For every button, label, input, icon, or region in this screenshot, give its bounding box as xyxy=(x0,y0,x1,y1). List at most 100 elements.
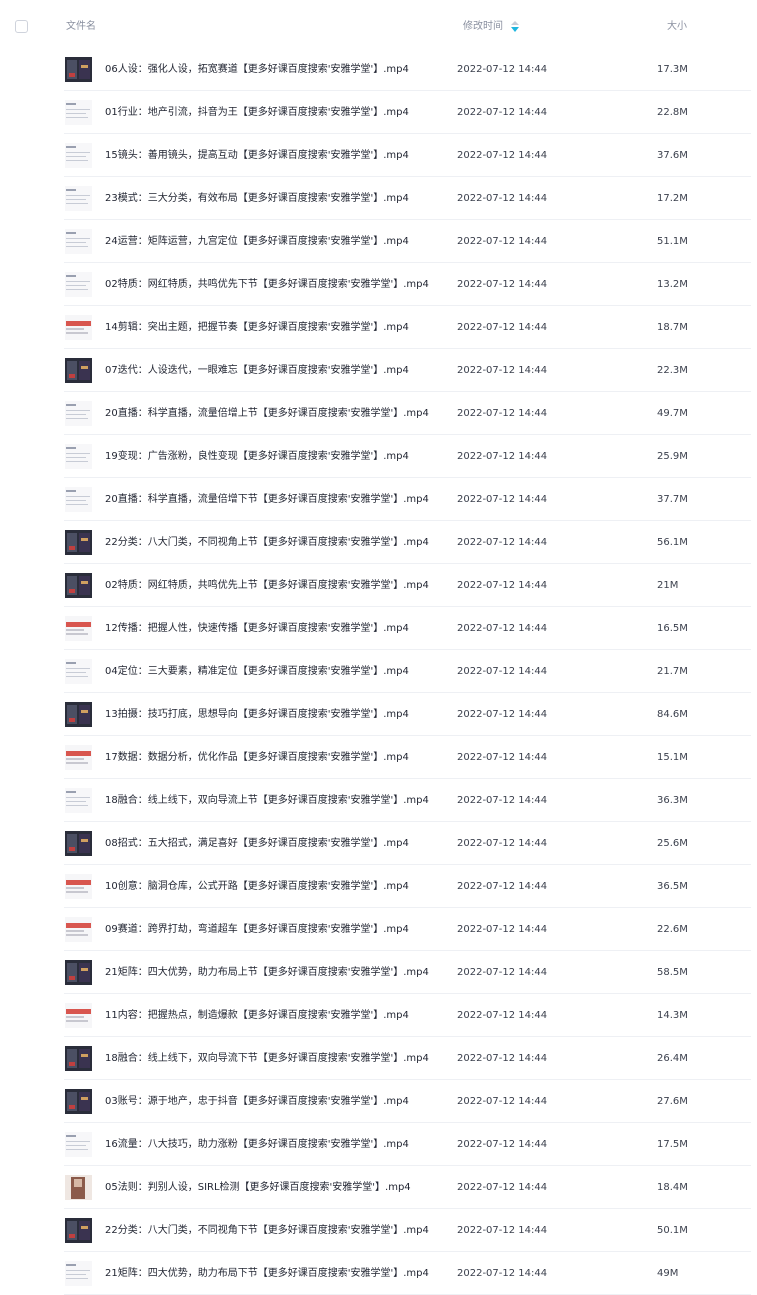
file-name[interactable]: 20直播：科学直播，流量倍增上节【更多好课百度搜索'安雅学堂'】.mp4 xyxy=(105,407,429,421)
file-row[interactable]: 22分类：八大门类，不同视角上节【更多好课百度搜索'安雅学堂'】.mp4 2022… xyxy=(0,521,757,564)
file-size: 22.3M xyxy=(657,365,688,376)
file-size: 27.6M xyxy=(657,1096,688,1107)
file-name[interactable]: 05法则：判别人设，SIRL检测【更多好课百度搜索'安雅学堂'】.mp4 xyxy=(105,1181,411,1195)
file-row[interactable]: 20直播：科学直播，流量倍增上节【更多好课百度搜索'安雅学堂'】.mp4 2022… xyxy=(0,392,757,435)
file-row[interactable]: 19变现：广告涨粉，良性变现【更多好课百度搜索'安雅学堂'】.mp4 2022-0… xyxy=(0,435,757,478)
file-name[interactable]: 15镜头：善用镜头，提高互动【更多好课百度搜索'安雅学堂'】.mp4 xyxy=(105,149,409,163)
file-modified-time: 2022-07-12 14:44 xyxy=(457,408,548,419)
file-size: 26.4M xyxy=(657,1053,688,1064)
column-header-modified-time[interactable]: 修改时间 xyxy=(463,20,519,34)
video-thumbnail-icon xyxy=(65,1218,92,1243)
file-modified-time: 2022-07-12 14:44 xyxy=(457,1053,548,1064)
file-row[interactable]: 14剪辑：突出主题，把握节奏【更多好课百度搜索'安雅学堂'】.mp4 2022-0… xyxy=(0,306,757,349)
file-name[interactable]: 20直播：科学直播，流量倍增下节【更多好课百度搜索'安雅学堂'】.mp4 xyxy=(105,493,429,507)
file-modified-time: 2022-07-12 14:44 xyxy=(457,924,548,935)
video-thumbnail-icon xyxy=(65,315,92,340)
file-size: 36.5M xyxy=(657,881,688,892)
file-row[interactable]: 15镜头：善用镜头，提高互动【更多好课百度搜索'安雅学堂'】.mp4 2022-0… xyxy=(0,134,757,177)
file-name[interactable]: 01行业：地产引流，抖音为王【更多好课百度搜索'安雅学堂'】.mp4 xyxy=(105,106,409,120)
file-name[interactable]: 10创意：脑洞仓库，公式开路【更多好课百度搜索'安雅学堂'】.mp4 xyxy=(105,880,409,894)
video-thumbnail-icon xyxy=(65,1261,92,1286)
sort-descending-icon[interactable] xyxy=(511,21,519,33)
file-row[interactable]: 18融合：线上线下，双向导流上节【更多好课百度搜索'安雅学堂'】.mp4 2022… xyxy=(0,779,757,822)
video-thumbnail-icon xyxy=(65,917,92,942)
file-modified-time: 2022-07-12 14:44 xyxy=(457,881,548,892)
file-name[interactable]: 03账号：源于地产，忠于抖音【更多好课百度搜索'安雅学堂'】.mp4 xyxy=(105,1095,409,1109)
file-name[interactable]: 07迭代：人设迭代，一眼难忘【更多好课百度搜索'安雅学堂'】.mp4 xyxy=(105,364,409,378)
column-header-size[interactable]: 大小 xyxy=(667,20,687,34)
video-thumbnail-icon xyxy=(65,702,92,727)
file-size: 25.9M xyxy=(657,451,688,462)
file-size: 16.5M xyxy=(657,623,688,634)
file-size: 37.6M xyxy=(657,150,688,161)
file-row[interactable]: 21矩阵：四大优势，助力布局上节【更多好课百度搜索'安雅学堂'】.mp4 2022… xyxy=(0,951,757,994)
file-row[interactable]: 17数据：数据分析，优化作品【更多好课百度搜索'安雅学堂'】.mp4 2022-0… xyxy=(0,736,757,779)
file-name[interactable]: 14剪辑：突出主题，把握节奏【更多好课百度搜索'安雅学堂'】.mp4 xyxy=(105,321,409,335)
file-size: 18.4M xyxy=(657,1182,688,1193)
file-name[interactable]: 23模式：三大分类，有效布局【更多好课百度搜索'安雅学堂'】.mp4 xyxy=(105,192,409,206)
file-row[interactable]: 16流量：八大技巧，助力涨粉【更多好课百度搜索'安雅学堂'】.mp4 2022-0… xyxy=(0,1123,757,1166)
file-row[interactable]: 08招式：五大招式，满足喜好【更多好课百度搜索'安雅学堂'】.mp4 2022-0… xyxy=(0,822,757,865)
file-modified-time: 2022-07-12 14:44 xyxy=(457,1096,548,1107)
file-row[interactable]: 20直播：科学直播，流量倍增下节【更多好课百度搜索'安雅学堂'】.mp4 2022… xyxy=(0,478,757,521)
file-name[interactable]: 18融合：线上线下，双向导流下节【更多好课百度搜索'安雅学堂'】.mp4 xyxy=(105,1052,429,1066)
file-name[interactable]: 12传播：把握人性，快速传播【更多好课百度搜索'安雅学堂'】.mp4 xyxy=(105,622,409,636)
file-name[interactable]: 13拍摄：技巧打底，思想导向【更多好课百度搜索'安雅学堂'】.mp4 xyxy=(105,708,409,722)
file-name[interactable]: 02特质：网红特质，共鸣优先上节【更多好课百度搜索'安雅学堂'】.mp4 xyxy=(105,579,429,593)
file-name[interactable]: 19变现：广告涨粉，良性变现【更多好课百度搜索'安雅学堂'】.mp4 xyxy=(105,450,409,464)
file-size: 36.3M xyxy=(657,795,688,806)
file-modified-time: 2022-07-12 14:44 xyxy=(457,150,548,161)
file-name[interactable]: 11内容：把握热点，制造爆款【更多好课百度搜索'安雅学堂'】.mp4 xyxy=(105,1009,409,1023)
video-thumbnail-icon xyxy=(65,788,92,813)
file-row[interactable]: 07迭代：人设迭代，一眼难忘【更多好课百度搜索'安雅学堂'】.mp4 2022-0… xyxy=(0,349,757,392)
file-name[interactable]: 08招式：五大招式，满足喜好【更多好课百度搜索'安雅学堂'】.mp4 xyxy=(105,837,409,851)
file-row[interactable]: 12传播：把握人性，快速传播【更多好课百度搜索'安雅学堂'】.mp4 2022-0… xyxy=(0,607,757,650)
file-modified-time: 2022-07-12 14:44 xyxy=(457,451,548,462)
file-row[interactable]: 13拍摄：技巧打底，思想导向【更多好课百度搜索'安雅学堂'】.mp4 2022-0… xyxy=(0,693,757,736)
file-row[interactable]: 24运营：矩阵运营，九宫定位【更多好课百度搜索'安雅学堂'】.mp4 2022-0… xyxy=(0,220,757,263)
file-name[interactable]: 21矩阵：四大优势，助力布局下节【更多好课百度搜索'安雅学堂'】.mp4 xyxy=(105,1267,429,1281)
file-name[interactable]: 04定位：三大要素，精准定位【更多好课百度搜索'安雅学堂'】.mp4 xyxy=(105,665,409,679)
column-header-filename[interactable]: 文件名 xyxy=(66,20,96,34)
file-row[interactable]: 02特质：网红特质，共鸣优先下节【更多好课百度搜索'安雅学堂'】.mp4 2022… xyxy=(0,263,757,306)
file-row[interactable]: 03账号：源于地产，忠于抖音【更多好课百度搜索'安雅学堂'】.mp4 2022-0… xyxy=(0,1080,757,1123)
file-modified-time: 2022-07-12 14:44 xyxy=(457,1268,548,1279)
file-name[interactable]: 09赛道：跨界打劫，弯道超车【更多好课百度搜索'安雅学堂'】.mp4 xyxy=(105,923,409,937)
file-row[interactable]: 06人设：强化人设，拓宽赛道【更多好课百度搜索'安雅学堂'】.mp4 2022-0… xyxy=(0,48,757,91)
file-modified-time: 2022-07-12 14:44 xyxy=(457,580,548,591)
file-row[interactable]: 10创意：脑洞仓库，公式开路【更多好课百度搜索'安雅学堂'】.mp4 2022-0… xyxy=(0,865,757,908)
file-name[interactable]: 22分类：八大门类，不同视角下节【更多好课百度搜索'安雅学堂'】.mp4 xyxy=(105,1224,429,1238)
file-name[interactable]: 21矩阵：四大优势，助力布局上节【更多好课百度搜索'安雅学堂'】.mp4 xyxy=(105,966,429,980)
file-modified-time: 2022-07-12 14:44 xyxy=(457,322,548,333)
file-row[interactable]: 18融合：线上线下，双向导流下节【更多好课百度搜索'安雅学堂'】.mp4 2022… xyxy=(0,1037,757,1080)
file-modified-time: 2022-07-12 14:44 xyxy=(457,64,548,75)
select-all-checkbox[interactable] xyxy=(15,20,28,33)
file-row[interactable]: 09赛道：跨界打劫，弯道超车【更多好课百度搜索'安雅学堂'】.mp4 2022-0… xyxy=(0,908,757,951)
video-thumbnail-icon xyxy=(65,229,92,254)
file-name[interactable]: 02特质：网红特质，共鸣优先下节【更多好课百度搜索'安雅学堂'】.mp4 xyxy=(105,278,429,292)
file-row[interactable]: 23模式：三大分类，有效布局【更多好课百度搜索'安雅学堂'】.mp4 2022-0… xyxy=(0,177,757,220)
file-row[interactable]: 02特质：网红特质，共鸣优先上节【更多好课百度搜索'安雅学堂'】.mp4 2022… xyxy=(0,564,757,607)
file-row[interactable]: 01行业：地产引流，抖音为王【更多好课百度搜索'安雅学堂'】.mp4 2022-0… xyxy=(0,91,757,134)
file-size: 37.7M xyxy=(657,494,688,505)
file-row[interactable]: 21矩阵：四大优势，助力布局下节【更多好课百度搜索'安雅学堂'】.mp4 2022… xyxy=(0,1252,757,1295)
file-modified-time: 2022-07-12 14:44 xyxy=(457,1010,548,1021)
file-row[interactable]: 11内容：把握热点，制造爆款【更多好课百度搜索'安雅学堂'】.mp4 2022-0… xyxy=(0,994,757,1037)
video-thumbnail-icon xyxy=(65,1132,92,1157)
file-name[interactable]: 16流量：八大技巧，助力涨粉【更多好课百度搜索'安雅学堂'】.mp4 xyxy=(105,1138,409,1152)
file-name[interactable]: 22分类：八大门类，不同视角上节【更多好课百度搜索'安雅学堂'】.mp4 xyxy=(105,536,429,550)
file-size: 15.1M xyxy=(657,752,688,763)
file-name[interactable]: 17数据：数据分析，优化作品【更多好课百度搜索'安雅学堂'】.mp4 xyxy=(105,751,409,765)
file-name[interactable]: 24运营：矩阵运营，九宫定位【更多好课百度搜索'安雅学堂'】.mp4 xyxy=(105,235,409,249)
video-thumbnail-icon xyxy=(65,1003,92,1028)
file-size: 17.2M xyxy=(657,193,688,204)
video-thumbnail-icon xyxy=(65,186,92,211)
video-thumbnail-icon xyxy=(65,960,92,985)
file-row[interactable]: 22分类：八大门类，不同视角下节【更多好课百度搜索'安雅学堂'】.mp4 2022… xyxy=(0,1209,757,1252)
file-size: 18.7M xyxy=(657,322,688,333)
file-row[interactable]: 05法则：判别人设，SIRL检测【更多好课百度搜索'安雅学堂'】.mp4 2022… xyxy=(0,1166,757,1209)
file-row[interactable]: 04定位：三大要素，精准定位【更多好课百度搜索'安雅学堂'】.mp4 2022-0… xyxy=(0,650,757,693)
file-name[interactable]: 06人设：强化人设，拓宽赛道【更多好课百度搜索'安雅学堂'】.mp4 xyxy=(105,63,409,77)
video-thumbnail-icon xyxy=(65,487,92,512)
file-name[interactable]: 18融合：线上线下，双向导流上节【更多好课百度搜索'安雅学堂'】.mp4 xyxy=(105,794,429,808)
